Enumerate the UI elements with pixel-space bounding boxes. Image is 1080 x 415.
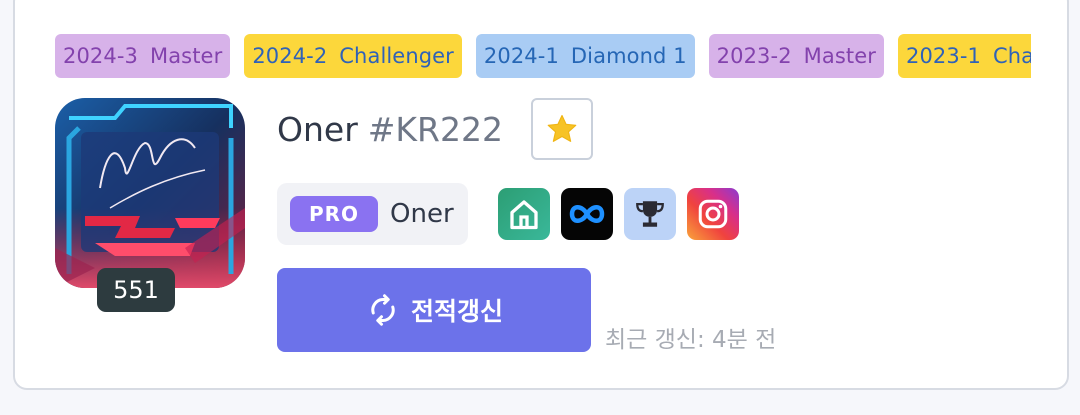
- tier-season: 2023-1: [905, 44, 981, 68]
- t1-profile-image: [55, 98, 245, 288]
- last-updated-text: 최근 갱신: 4분 전: [605, 327, 777, 353]
- social-link-home[interactable]: [497, 188, 550, 240]
- pro-badge: PRO: [290, 196, 378, 232]
- tier-name: Master: [803, 44, 876, 68]
- tier-badge: 2023-2 Master: [708, 34, 884, 78]
- tier-name: Diamond 1: [570, 44, 687, 68]
- refresh-button-label: 전적갱신: [410, 297, 503, 326]
- social-link-infinity[interactable]: [560, 188, 613, 240]
- tier-name: Master: [149, 44, 223, 68]
- summoner-level: 551: [97, 268, 175, 312]
- pro-player-name: Oner: [390, 199, 454, 229]
- summoner-name: Oner: [277, 109, 358, 149]
- profile-card: 2024-3 Master 2024-2 Challenger 2024-1 D…: [13, 0, 1069, 390]
- tier-season: 2023-2: [716, 44, 792, 68]
- profile-icon-wrapper: 551: [55, 98, 245, 312]
- pro-info-row: PRO Oner: [277, 183, 739, 245]
- favorite-button[interactable]: [530, 98, 593, 160]
- instagram-icon: [698, 199, 727, 229]
- pro-player-box[interactable]: PRO Oner: [277, 183, 468, 245]
- tier-season: 2024-2: [252, 44, 328, 68]
- summoner-name-row: Oner #KR222: [277, 96, 593, 162]
- infinity-icon: [569, 205, 604, 223]
- star-icon: [547, 114, 577, 142]
- trophy-icon: [635, 201, 664, 227]
- tier-name: Challenger: [339, 44, 454, 68]
- tier-history: 2024-3 Master 2024-2 Challenger 2024-1 D…: [55, 34, 1031, 80]
- social-link-instagram[interactable]: [686, 188, 739, 240]
- tier-name: Challenger: [992, 44, 1031, 68]
- tier-season: 2024-1: [483, 44, 559, 68]
- tier-season: 2024-3: [63, 44, 138, 68]
- home-icon: [509, 200, 538, 230]
- tier-badge: 2024-1 Diamond 1: [475, 34, 695, 78]
- social-link-trophy[interactable]: [623, 188, 676, 240]
- tier-badge: 2023-1 Challenger: [897, 34, 1031, 78]
- tier-badge: 2024-2 Challenger: [244, 34, 462, 78]
- profile-icon: [55, 98, 245, 288]
- refresh-icon: [371, 294, 395, 326]
- refresh-stats-button[interactable]: 전적갱신: [277, 268, 591, 352]
- tier-badge: 2024-3 Master: [55, 34, 231, 78]
- summoner-tag: #KR222: [367, 109, 503, 149]
